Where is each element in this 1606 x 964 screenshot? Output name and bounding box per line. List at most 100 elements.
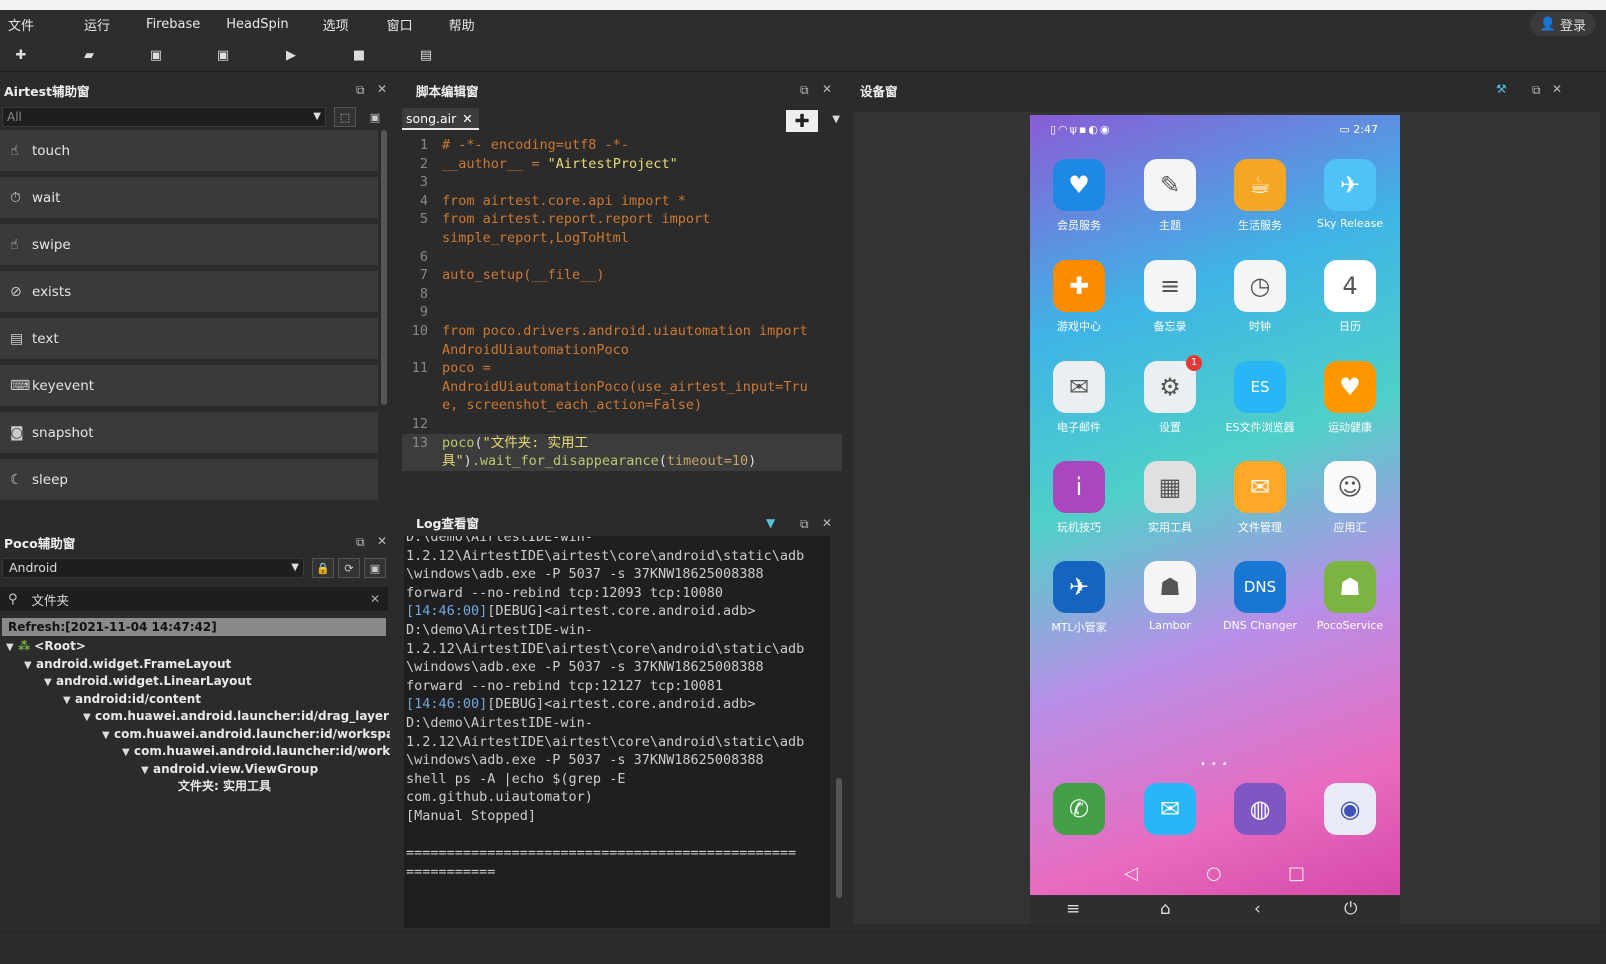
app-icon[interactable]: ◷ 时钟 (1215, 260, 1305, 334)
float-icon[interactable]: ⧉ (1532, 83, 1541, 98)
app-icon[interactable]: ☕ 生活服务 (1215, 159, 1305, 233)
tab-song-air[interactable]: song.air ✕ (402, 108, 479, 130)
back-icon[interactable]: ◁ (1124, 863, 1138, 884)
save-icon[interactable]: ▣ (143, 42, 169, 68)
app-icon[interactable]: ✈ MTL小管家 (1034, 561, 1124, 635)
app-icon[interactable]: ✉ 文件管理 (1215, 461, 1305, 535)
close-tab-icon[interactable]: ✕ (462, 111, 472, 126)
cmd-keyevent[interactable]: ⌨ keyevent (0, 365, 378, 406)
status-bar: ▯◠ψ▪◐◉ ▭ 2:47 (1050, 123, 1378, 136)
dock-browser-icon[interactable]: ◍ (1215, 783, 1305, 835)
close-icon[interactable]: ✕ (377, 534, 387, 548)
back-icon[interactable]: ‹ (1254, 899, 1261, 919)
tools-icon[interactable]: ⚒ (1496, 82, 1507, 96)
home-icon[interactable]: ○ (1206, 863, 1222, 884)
filter-icon[interactable]: ▼ (766, 516, 775, 530)
cmd-swipe[interactable]: ☝ swipe (0, 224, 378, 265)
menu-file[interactable]: 文件 (0, 15, 50, 34)
app-icon[interactable]: ▦ 实用工具 (1125, 461, 1215, 535)
login-button[interactable]: 👤 登录 (1529, 12, 1596, 36)
close-icon[interactable]: ✕ (822, 82, 832, 96)
menu-run[interactable]: 运行 (74, 15, 126, 34)
app-glyph-icon: ✉ (1053, 361, 1105, 413)
app-icon[interactable]: i 玩机技巧 (1034, 461, 1124, 535)
poco-driver-select[interactable]: Android ▼ (2, 558, 304, 578)
app-icon[interactable]: ES ES文件浏览器 (1215, 361, 1305, 435)
log-output[interactable]: D:\demo\AirtestIDE-win- 1.2.12\AirtestID… (404, 536, 830, 928)
app-icon[interactable]: ☺ 应用汇 (1305, 461, 1395, 535)
close-icon[interactable]: ✕ (377, 82, 387, 96)
app-icon[interactable]: ✉ 电子邮件 (1034, 361, 1124, 435)
menu-help[interactable]: 帮助 (439, 15, 491, 34)
clear-icon[interactable]: ✕ (370, 592, 380, 606)
select-region-icon[interactable]: ⬚ (334, 107, 356, 127)
chevron-down-icon[interactable]: ▼ (832, 114, 840, 125)
app-icon[interactable]: DNS DNS Changer (1215, 561, 1305, 632)
cmd-snapshot[interactable]: ◙ snapshot (0, 412, 378, 453)
menu-firebase[interactable]: Firebase (136, 17, 216, 32)
tree-node[interactable]: ▼ android.widget.LinearLayout (0, 673, 390, 691)
record-icon[interactable]: ▣ (364, 558, 386, 578)
tree-node[interactable]: ▼ android.widget.FrameLayout (0, 656, 390, 674)
app-icon[interactable]: ⚙ 1 设置 (1125, 355, 1215, 435)
dock-phone-icon[interactable]: ✆ (1034, 783, 1124, 835)
refresh-icon[interactable]: ⟳ (338, 558, 360, 578)
scrollbar[interactable] (836, 778, 842, 898)
float-icon[interactable]: ⧉ (800, 517, 809, 532)
dock-camera-icon[interactable]: ◉ (1305, 783, 1395, 835)
app-icon[interactable]: ☗ Lambor (1125, 561, 1215, 632)
dock-messages-icon[interactable]: ✉ (1125, 783, 1215, 835)
report-icon[interactable]: ▤ (413, 42, 439, 68)
tree-node[interactable]: ▼ android:id/content (0, 691, 390, 709)
tree-node-selected[interactable]: 文件夹: 实用工具 (0, 778, 390, 796)
tree-node[interactable]: ▼ ⁂ <Root> (0, 638, 390, 656)
airtest-filter-select[interactable]: All ▼ (2, 107, 326, 127)
open-folder-icon[interactable]: ▰ (76, 42, 102, 68)
app-glyph-icon: ✎ (1144, 159, 1196, 211)
lock-icon[interactable]: 🔒 (312, 558, 334, 578)
scrollbar[interactable] (381, 130, 387, 405)
menu-window[interactable]: 窗口 (377, 15, 429, 34)
code-editor[interactable]: 1 # -*- encoding=utf8 -*- 2 __author__ = "… (402, 136, 842, 502)
float-icon[interactable]: ⧉ (800, 83, 809, 98)
add-icon[interactable]: ✚ (8, 42, 34, 68)
phone-screen[interactable]: ▯◠ψ▪◐◉ ▭ 2:47 ♥ 会员服务 ✎ 主题 ☕ 生活服务 ✈ Sky Release ✚… (1030, 115, 1400, 895)
cmd-exists[interactable]: ⊘ exists (0, 271, 378, 312)
menu-headspin[interactable]: HeadSpin (216, 17, 304, 32)
cmd-wait[interactable]: ⏱ wait (0, 177, 378, 218)
app-icon[interactable]: 4 日历 (1305, 260, 1395, 334)
recents-icon[interactable]: □ (1288, 863, 1305, 884)
poco-search-input[interactable]: ⚲ 文件夹 ✕ (0, 587, 388, 611)
menu-options[interactable]: 选项 (313, 15, 365, 34)
record-icon[interactable]: ▣ (364, 107, 386, 127)
text-icon: ▤ (10, 330, 24, 347)
app-icon[interactable]: ✚ 游戏中心 (1034, 260, 1124, 334)
app-icon[interactable]: ♥ 会员服务 (1034, 159, 1124, 233)
menu-icon[interactable]: ≡ (1066, 899, 1080, 919)
cmd-text[interactable]: ▤ text (0, 318, 378, 359)
power-icon[interactable]: ⏻ (1344, 899, 1357, 919)
app-icon[interactable]: ♥ 运动健康 (1305, 361, 1395, 435)
page-indicator: ••• (1200, 759, 1233, 770)
float-icon[interactable]: ⧉ (356, 535, 365, 550)
float-icon[interactable]: ⧉ (356, 83, 365, 98)
app-icon[interactable]: ☗ PocoService (1305, 561, 1395, 632)
app-icon[interactable]: ✈ Sky Release (1305, 159, 1395, 230)
app-label: 日历 (1339, 320, 1361, 333)
tree-node[interactable]: ▼ com.huawei.android.launcher:id/workspac… (0, 726, 390, 744)
cmd-sleep[interactable]: ☾ sleep (0, 459, 378, 500)
app-icon[interactable]: ≡ 备忘录 (1125, 260, 1215, 334)
home-icon[interactable]: ⌂ (1160, 899, 1171, 919)
close-icon[interactable]: ✕ (822, 516, 832, 530)
tree-node[interactable]: ▼ com.huawei.android.launcher:id/works... (0, 743, 390, 761)
cmd-touch[interactable]: ☝ touch (0, 130, 378, 171)
new-tab-button[interactable]: ✚ (786, 110, 818, 132)
app-icon[interactable]: ✎ 主题 (1125, 159, 1215, 233)
tree-node[interactable]: ▼ android.view.ViewGroup (0, 761, 390, 779)
save-as-icon[interactable]: ▣ (210, 42, 236, 68)
stop-icon[interactable]: ■ (346, 42, 372, 68)
play-icon[interactable]: ▶ (278, 42, 304, 68)
close-icon[interactable]: ✕ (1552, 82, 1562, 96)
tree-node[interactable]: ▼ com.huawei.android.launcher:id/drag_lay… (0, 708, 390, 726)
camera-icon: ◉ (1324, 783, 1376, 835)
